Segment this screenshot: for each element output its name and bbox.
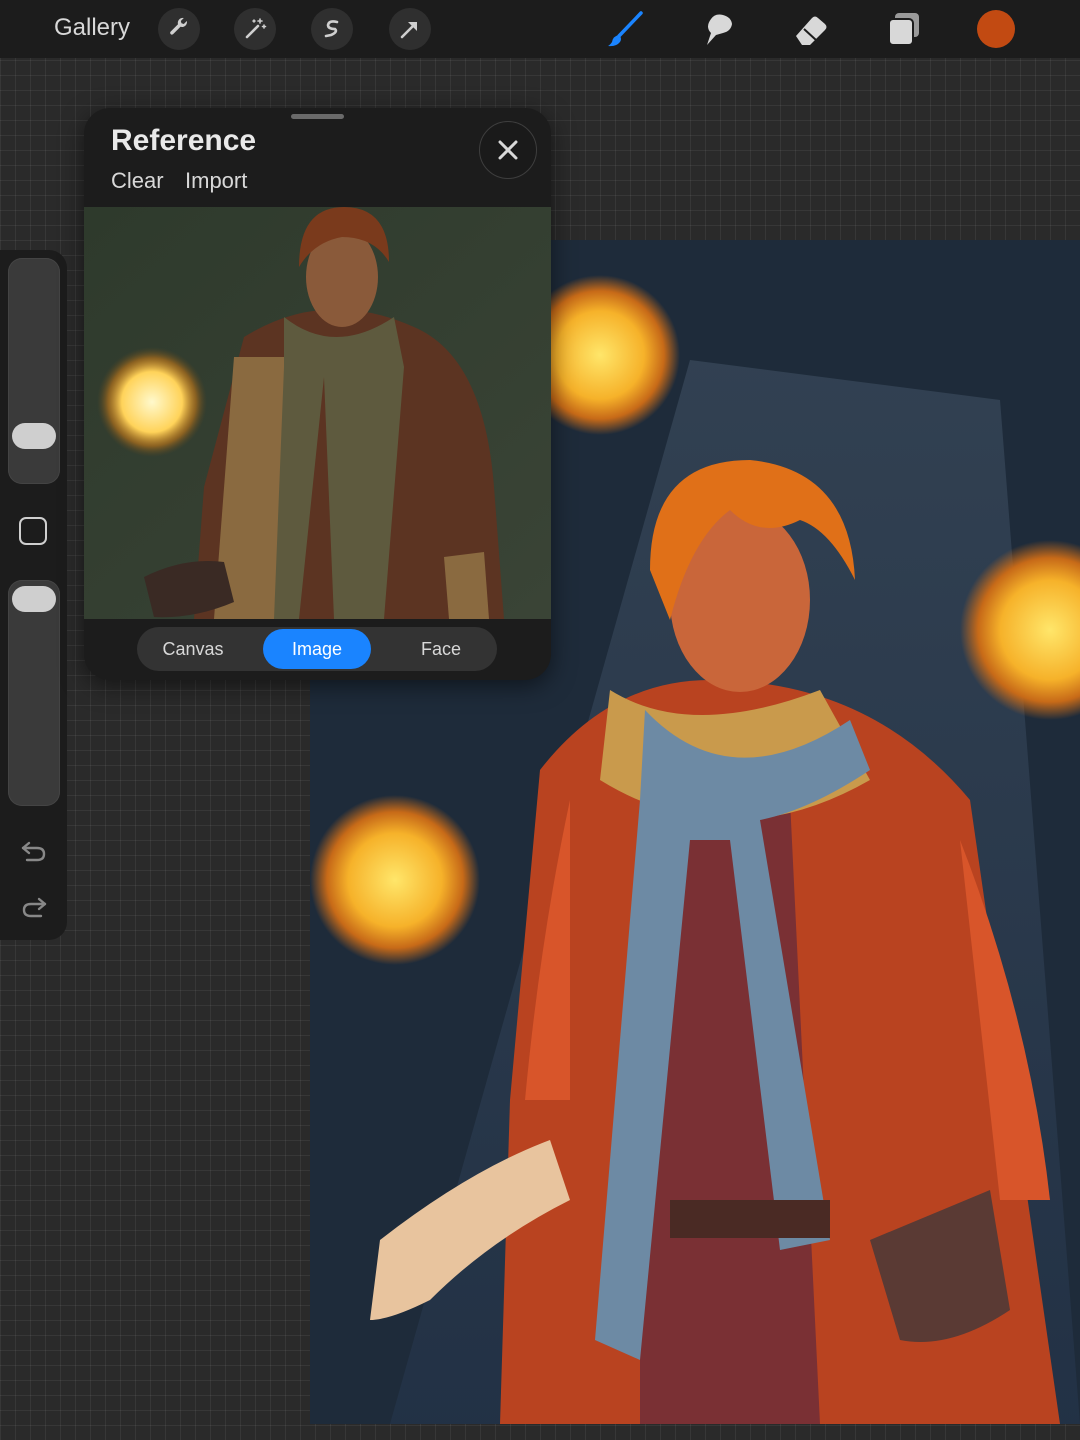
transform-arrow-icon bbox=[400, 22, 417, 39]
eraser-tool-button[interactable] bbox=[787, 6, 833, 52]
adjustments-button[interactable] bbox=[234, 8, 276, 50]
clear-button[interactable]: Clear bbox=[111, 168, 164, 194]
wrench-icon bbox=[170, 17, 188, 35]
undo-icon bbox=[21, 841, 46, 862]
reference-mode-tabs: Canvas Image Face bbox=[137, 627, 497, 671]
color-picker-button[interactable] bbox=[977, 10, 1015, 48]
close-button[interactable] bbox=[479, 121, 537, 179]
top-toolbar: Gallery bbox=[0, 0, 1080, 58]
reference-image[interactable] bbox=[84, 207, 551, 619]
opacity-slider[interactable] bbox=[8, 580, 60, 806]
redo-button[interactable] bbox=[18, 891, 50, 923]
sidebar bbox=[0, 250, 67, 940]
import-button[interactable]: Import bbox=[185, 168, 247, 194]
brush-size-thumb[interactable] bbox=[12, 423, 56, 449]
close-icon bbox=[498, 140, 518, 160]
eraser-icon bbox=[796, 16, 827, 45]
panel-grabber[interactable] bbox=[291, 114, 344, 119]
gallery-button[interactable]: Gallery bbox=[54, 14, 130, 42]
reference-illustration bbox=[84, 207, 551, 619]
actions-button[interactable] bbox=[158, 8, 200, 50]
redo-icon bbox=[22, 897, 47, 918]
smudge-icon bbox=[707, 14, 732, 45]
transform-button[interactable] bbox=[389, 8, 431, 50]
brush-tool-button[interactable] bbox=[602, 6, 648, 52]
undo-button[interactable] bbox=[18, 835, 50, 867]
tab-canvas[interactable]: Canvas bbox=[139, 629, 247, 669]
panel-title: Reference bbox=[111, 124, 257, 157]
modify-button[interactable] bbox=[19, 517, 47, 545]
layers-icon bbox=[888, 13, 919, 46]
reference-panel: Reference Clear Import Canvas Image Face bbox=[84, 108, 551, 680]
brush-size-slider[interactable] bbox=[8, 258, 60, 484]
magic-wand-icon bbox=[245, 18, 267, 39]
layers-button[interactable] bbox=[880, 6, 926, 52]
brush-icon bbox=[608, 11, 643, 47]
smudge-tool-button[interactable] bbox=[694, 6, 740, 52]
tab-face[interactable]: Face bbox=[387, 629, 495, 669]
selection-button[interactable] bbox=[311, 8, 353, 50]
tab-image[interactable]: Image bbox=[263, 629, 371, 669]
opacity-thumb[interactable] bbox=[12, 586, 56, 612]
selection-icon bbox=[324, 20, 339, 38]
